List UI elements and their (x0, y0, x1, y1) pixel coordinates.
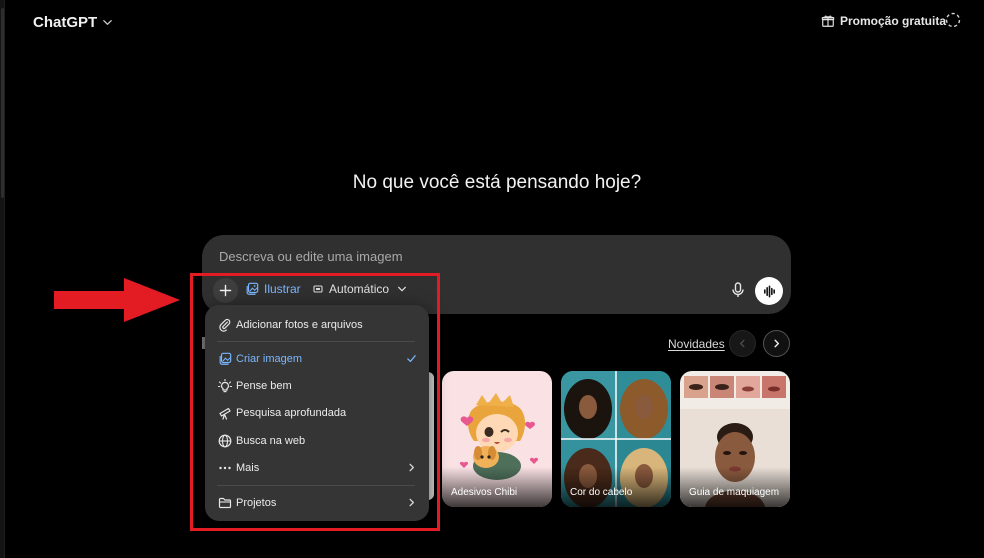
chevron-down-icon (103, 19, 112, 25)
carousel-card-makeup-guide[interactable]: Guia de maquiagem (680, 371, 790, 507)
promo-label: Promoção gratuita (840, 14, 947, 28)
page-title: No que você está pensando hoje? (352, 172, 642, 193)
model-label: ChatGPT (33, 13, 98, 31)
carousel-prev-button[interactable] (729, 330, 756, 357)
carousel-card-chibi[interactable]: Adesivos Chibi (442, 371, 552, 507)
carousel-next-button[interactable] (763, 330, 790, 357)
novidades-link[interactable]: Novidades (668, 337, 725, 351)
voice-mode-button[interactable] (755, 277, 783, 305)
sidebar-scrollbar[interactable] (0, 0, 5, 558)
prompt-input[interactable]: Descreva ou edite uma imagem (219, 249, 403, 264)
scrollbar-thumb[interactable] (1, 8, 4, 198)
annotation-highlight-box (190, 273, 440, 531)
card-caption: Guia de maquiagem (689, 487, 780, 498)
card-caption: Cor do cabelo (570, 487, 633, 498)
promo-button[interactable]: Promoção gratuita (821, 12, 946, 30)
model-selector[interactable]: ChatGPT (33, 12, 113, 32)
carousel-card-hair-color[interactable]: Cor do cabelo (561, 371, 671, 507)
waveform-icon (763, 285, 775, 297)
annotation-arrow-icon (54, 278, 180, 322)
gift-icon (821, 15, 835, 27)
chevron-right-icon (774, 339, 780, 348)
chevron-left-icon (740, 339, 745, 348)
temporary-chat-icon[interactable] (944, 11, 962, 29)
microphone-icon[interactable] (729, 281, 747, 299)
card-caption: Adesivos Chibi (451, 487, 518, 498)
